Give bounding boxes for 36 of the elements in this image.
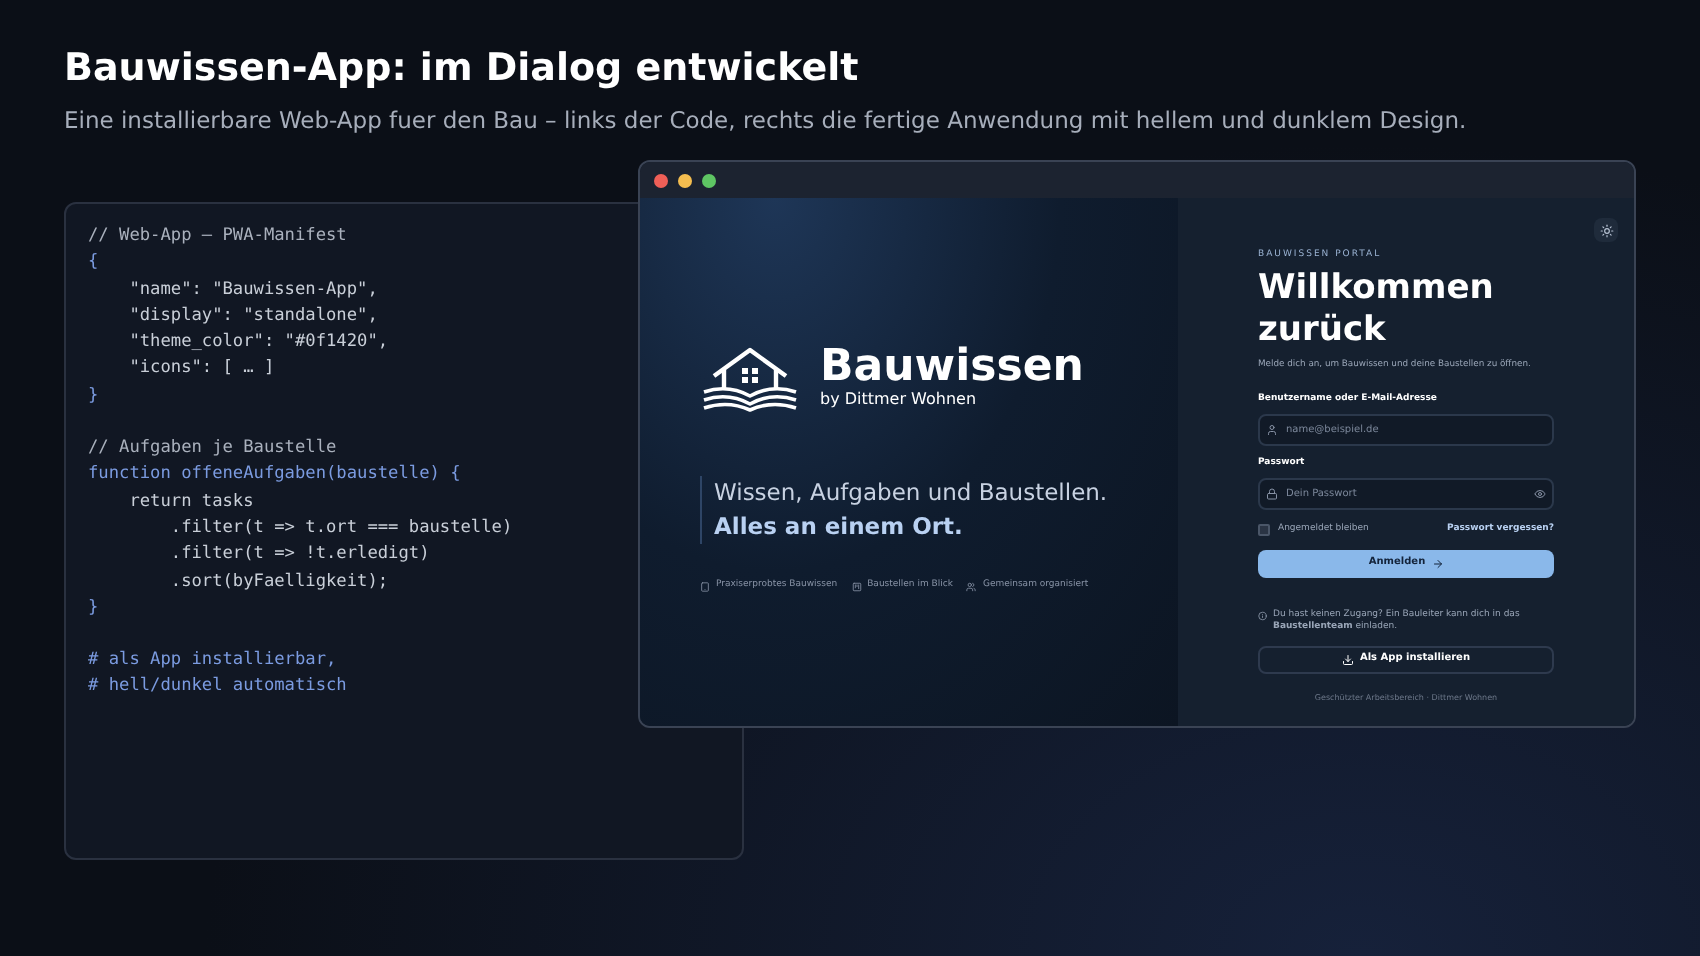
code-line: "display": "standalone", bbox=[127, 303, 378, 330]
code-line: "theme_color": "#0f1420", bbox=[127, 330, 389, 357]
tagline: Wissen, Aufgaben und Baustellen. bbox=[714, 476, 1110, 510]
code-line: } bbox=[88, 595, 99, 622]
arrow-right-icon bbox=[1431, 557, 1444, 570]
code-line: "icons": [ … ] bbox=[127, 356, 275, 383]
code-line: // Aufgaben je Baustelle bbox=[88, 436, 337, 463]
code-line: return tasks bbox=[127, 489, 254, 516]
tagline-emphasis: Alles an einem Ort. bbox=[714, 510, 965, 544]
code-line: .filter(t => t.ort === baustelle) bbox=[168, 515, 513, 542]
people-icon bbox=[966, 581, 977, 592]
code-line: // Web-App – PWA-Manifest bbox=[88, 224, 347, 250]
sun-icon bbox=[1599, 223, 1613, 237]
house-book-logo-icon bbox=[700, 344, 800, 412]
code-line: # hell/dunkel automatisch bbox=[88, 674, 347, 701]
theme-toggle-button[interactable] bbox=[1594, 218, 1618, 242]
code-line: # als App installierbar, bbox=[88, 648, 337, 675]
login-heading: Willkommen zurück bbox=[1258, 267, 1496, 352]
show-password-icon[interactable] bbox=[1534, 487, 1546, 500]
page-title: Bauwissen-App: im Dialog entwickelt bbox=[64, 44, 861, 92]
user-icon bbox=[1266, 424, 1278, 437]
brand-byline: by Dittmer Wohnen bbox=[820, 390, 979, 410]
info-icon bbox=[1258, 609, 1268, 622]
board-icon bbox=[851, 581, 862, 592]
code-line: } bbox=[88, 383, 99, 410]
remember-checkbox[interactable] bbox=[1258, 524, 1270, 537]
download-icon bbox=[1341, 653, 1354, 666]
code-line: .filter(t => !t.erledigt) bbox=[168, 542, 430, 569]
brand-name: Bauwissen bbox=[820, 346, 1084, 390]
code-line: function offeneAufgaben(baustelle) { bbox=[88, 462, 461, 489]
lock-icon bbox=[1266, 487, 1278, 500]
code-line: .sort(byFaelligkeit); bbox=[168, 569, 389, 596]
tablet-icon bbox=[700, 581, 710, 592]
code-line: { bbox=[88, 250, 99, 277]
code-line: "name": "Bauwissen-App", bbox=[127, 277, 378, 304]
page-subtitle: Eine installierbare Web-App fuer den Bau – links der Code, rechts die fertige Anwendung mit hellem und dunklem Design. bbox=[64, 104, 1469, 138]
